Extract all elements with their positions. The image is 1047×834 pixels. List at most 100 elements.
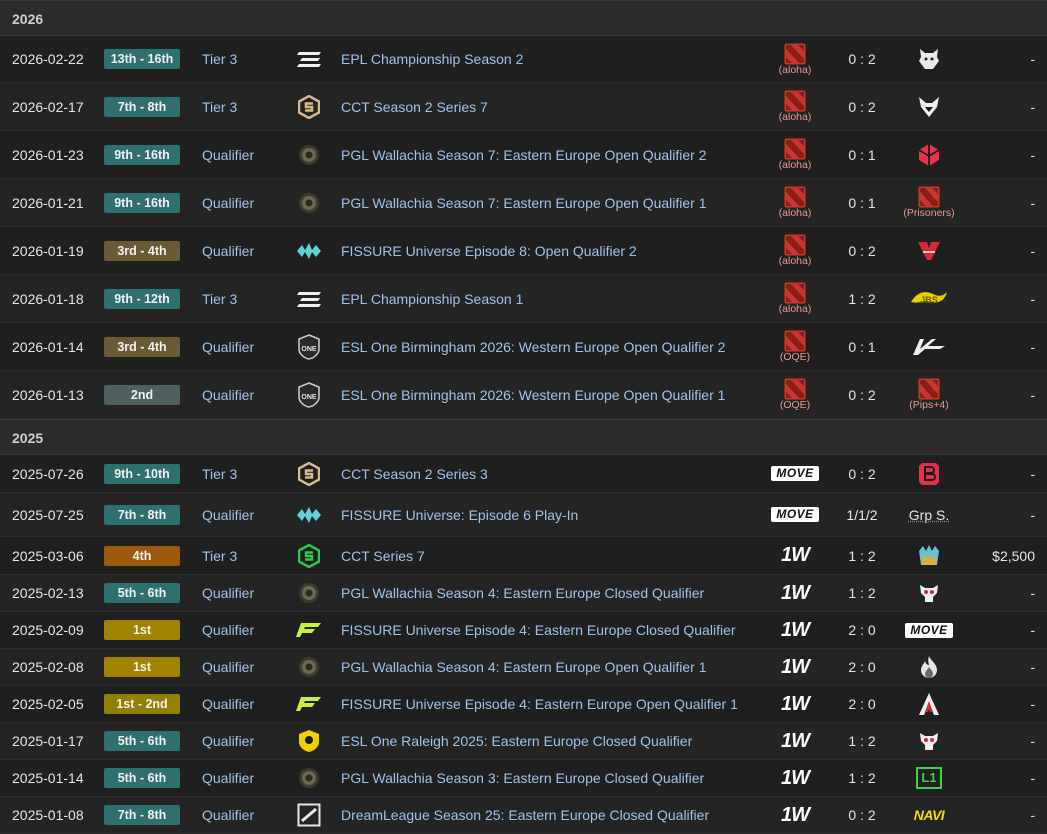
opponent-logo[interactable]: JBS xyxy=(898,282,960,316)
opponent-logo[interactable] xyxy=(898,576,960,610)
opponent-logo[interactable] xyxy=(898,42,960,76)
match-score[interactable]: 0 : 1 xyxy=(832,339,892,355)
opponent-logo[interactable]: MOVE xyxy=(898,613,960,647)
fissure-icon[interactable] xyxy=(296,239,322,263)
tournament-link[interactable]: FISSURE Universe Episode 8: Open Qualifi… xyxy=(341,243,637,259)
team-logo[interactable]: (OQE) xyxy=(770,378,820,412)
match-score[interactable]: 0 : 2 xyxy=(832,243,892,259)
match-score[interactable]: 1 : 2 xyxy=(832,733,892,749)
team-logo[interactable]: 1W xyxy=(770,798,820,832)
team-logo[interactable]: (OQE) xyxy=(770,330,820,364)
tournament-link[interactable]: DreamLeague Season 25: Eastern Europe Cl… xyxy=(341,807,709,823)
team-logo[interactable]: (aloha) xyxy=(770,186,820,220)
opponent-logo[interactable] xyxy=(898,138,960,172)
match-score[interactable]: 0 : 2 xyxy=(832,387,892,403)
tier-link[interactable]: Qualifier xyxy=(202,243,254,259)
team-logo[interactable]: 1W xyxy=(770,687,820,721)
cct-green-icon[interactable] xyxy=(296,544,322,568)
pgl-icon[interactable] xyxy=(296,143,322,167)
opponent-logo[interactable] xyxy=(898,90,960,124)
team-logo[interactable]: (aloha) xyxy=(770,90,820,124)
tournament-link[interactable]: CCT Season 2 Series 3 xyxy=(341,466,488,482)
cct-icon[interactable] xyxy=(296,462,322,486)
match-score[interactable]: 0 : 2 xyxy=(832,51,892,67)
tournament-link[interactable]: ESL One Birmingham 2026: Western Europe … xyxy=(341,339,725,355)
tournament-link[interactable]: CCT Season 2 Series 7 xyxy=(341,99,488,115)
team-logo[interactable]: 1W xyxy=(770,724,820,758)
tournament-link[interactable]: EPL Championship Season 1 xyxy=(341,291,523,307)
opponent-logo[interactable] xyxy=(898,687,960,721)
tier-link[interactable]: Qualifier xyxy=(202,507,254,523)
pgl-icon[interactable] xyxy=(296,766,322,790)
opponent-logo[interactable] xyxy=(898,330,960,364)
esl-one-icon[interactable]: ONE xyxy=(296,383,322,407)
tier-link[interactable]: Qualifier xyxy=(202,696,254,712)
match-score[interactable]: 0 : 2 xyxy=(832,466,892,482)
tier-link[interactable]: Qualifier xyxy=(202,147,254,163)
match-score[interactable]: 1 : 2 xyxy=(832,585,892,601)
tournament-link[interactable]: PGL Wallachia Season 7: Eastern Europe O… xyxy=(341,195,707,211)
pgl-icon[interactable] xyxy=(296,655,322,679)
opponent-logo[interactable]: (Pips+4) xyxy=(898,378,960,412)
tournament-link[interactable]: EPL Championship Season 2 xyxy=(341,51,523,67)
opponent-logo[interactable] xyxy=(898,234,960,268)
fissure-f-icon[interactable] xyxy=(296,618,322,642)
tier-link[interactable]: Qualifier xyxy=(202,195,254,211)
esl-shield-icon[interactable] xyxy=(296,729,322,753)
tournament-link[interactable]: PGL Wallachia Season 3: Eastern Europe C… xyxy=(341,770,704,786)
team-logo[interactable]: (aloha) xyxy=(770,138,820,172)
opponent-logo[interactable] xyxy=(898,457,960,491)
tournament-link[interactable]: CCT Series 7 xyxy=(341,548,425,564)
match-score[interactable]: 2 : 0 xyxy=(832,696,892,712)
tournament-link[interactable]: ESL One Birmingham 2026: Western Europe … xyxy=(341,387,725,403)
tier-link[interactable]: Qualifier xyxy=(202,585,254,601)
esl-one-icon[interactable]: ONE xyxy=(296,335,322,359)
tier-link[interactable]: Qualifier xyxy=(202,659,254,675)
opponent-logo[interactable]: L1 xyxy=(898,761,960,795)
tier-link[interactable]: Qualifier xyxy=(202,807,254,823)
tier-link[interactable]: Qualifier xyxy=(202,733,254,749)
match-score[interactable]: 1/1/2 xyxy=(832,507,892,523)
team-logo[interactable]: 1W xyxy=(770,650,820,684)
tier-link[interactable]: Qualifier xyxy=(202,770,254,786)
match-score[interactable]: 2 : 0 xyxy=(832,659,892,675)
opponent-logo[interactable] xyxy=(898,539,960,573)
tier-link[interactable]: Qualifier xyxy=(202,387,254,403)
tier-link[interactable]: Tier 3 xyxy=(202,548,237,564)
match-score[interactable]: 1 : 2 xyxy=(832,548,892,564)
tier-link[interactable]: Tier 3 xyxy=(202,291,237,307)
opponent-logo[interactable]: (Prisoners) xyxy=(898,186,960,220)
epl-icon[interactable] xyxy=(296,287,322,311)
tournament-link[interactable]: FISSURE Universe: Episode 6 Play-In xyxy=(341,507,578,523)
pgl-icon[interactable] xyxy=(296,581,322,605)
match-score[interactable]: 0 : 1 xyxy=(832,195,892,211)
match-score[interactable]: 1 : 2 xyxy=(832,770,892,786)
team-logo[interactable]: 1W xyxy=(770,613,820,647)
opponent-logo[interactable]: NAVI xyxy=(898,798,960,832)
tournament-link[interactable]: FISSURE Universe Episode 4: Eastern Euro… xyxy=(341,696,738,712)
team-logo[interactable]: MOVE xyxy=(770,498,820,532)
match-score[interactable]: 0 : 2 xyxy=(832,99,892,115)
tournament-link[interactable]: ESL One Raleigh 2025: Eastern Europe Clo… xyxy=(341,733,692,749)
match-score[interactable]: 0 : 2 xyxy=(832,807,892,823)
team-logo[interactable]: (aloha) xyxy=(770,282,820,316)
opponent-logo[interactable] xyxy=(898,650,960,684)
tournament-link[interactable]: PGL Wallachia Season 4: Eastern Europe O… xyxy=(341,659,707,675)
team-logo[interactable]: MOVE xyxy=(770,457,820,491)
team-logo[interactable]: (aloha) xyxy=(770,234,820,268)
match-score[interactable]: 0 : 1 xyxy=(832,147,892,163)
team-logo[interactable]: (aloha) xyxy=(770,42,820,76)
match-score[interactable]: 1 : 2 xyxy=(832,291,892,307)
tier-link[interactable]: Qualifier xyxy=(202,339,254,355)
tier-link[interactable]: Tier 3 xyxy=(202,99,237,115)
team-logo[interactable]: 1W xyxy=(770,539,820,573)
opponent-logo[interactable] xyxy=(898,724,960,758)
tournament-link[interactable]: PGL Wallachia Season 7: Eastern Europe O… xyxy=(341,147,707,163)
tournament-link[interactable]: FISSURE Universe Episode 4: Eastern Euro… xyxy=(341,622,736,638)
match-score[interactable]: 2 : 0 xyxy=(832,622,892,638)
team-logo[interactable]: 1W xyxy=(770,576,820,610)
opponent-logo[interactable]: Grp S. xyxy=(898,498,960,532)
tier-link[interactable]: Tier 3 xyxy=(202,466,237,482)
tier-link[interactable]: Tier 3 xyxy=(202,51,237,67)
pgl-icon[interactable] xyxy=(296,191,322,215)
